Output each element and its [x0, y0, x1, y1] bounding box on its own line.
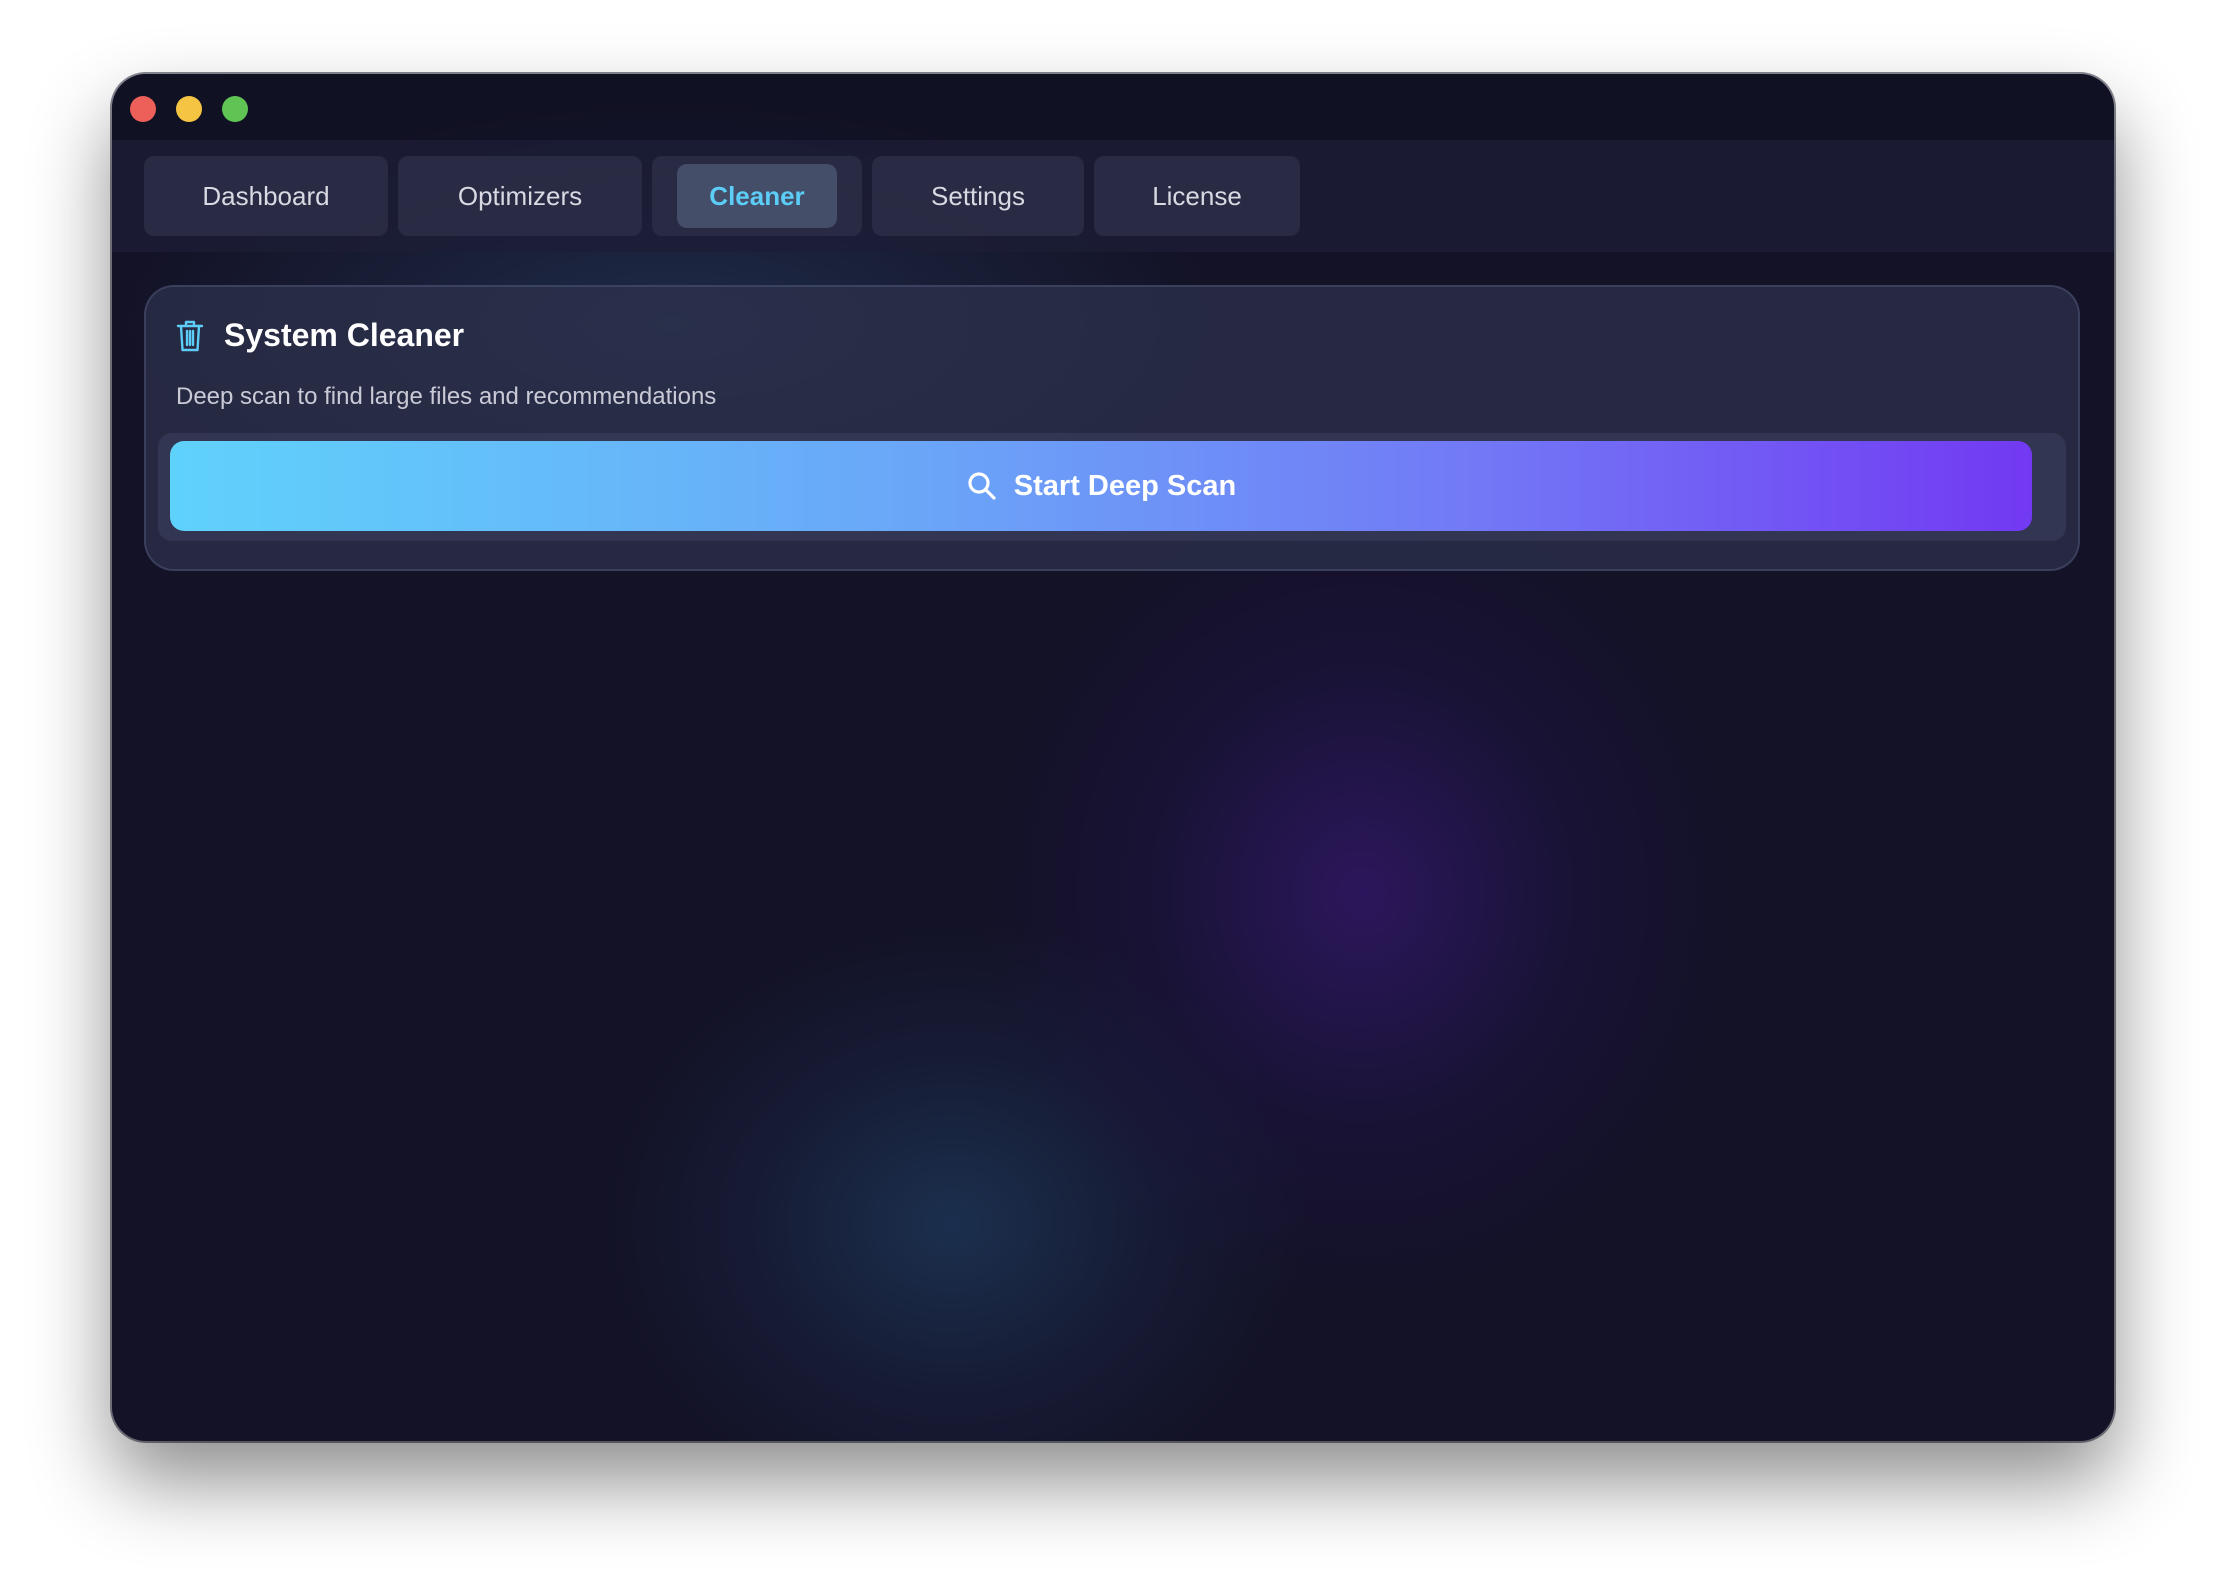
card-title: System Cleaner	[224, 317, 465, 353]
tab-label: Optimizers	[457, 180, 583, 211]
app-window: Dashboard Optimizers Cleaner Settings Li…	[112, 74, 2114, 1441]
tab-label: Settings	[931, 180, 1025, 211]
minimize-window-button[interactable]	[176, 96, 202, 122]
tab-label: Dashboard	[202, 180, 330, 211]
tab-label: License	[1152, 180, 1242, 211]
system-cleaner-card: System Cleaner Deep scan to find large f…	[144, 285, 2080, 571]
tab-dashboard[interactable]: Dashboard	[144, 156, 388, 236]
trash-icon	[176, 319, 204, 353]
scan-button-label: Start Deep Scan	[1013, 469, 1237, 502]
tab-settings[interactable]: Settings	[872, 156, 1084, 236]
start-deep-scan-button[interactable]: Start Deep Scan	[170, 441, 2032, 531]
search-icon	[966, 470, 998, 502]
card-header: System Cleaner	[176, 317, 464, 354]
close-window-button[interactable]	[130, 96, 156, 122]
tab-license[interactable]: License	[1094, 156, 1300, 236]
scan-button-container: Start Deep Scan	[158, 433, 2066, 541]
card-subtitle: Deep scan to find large files and recomm…	[176, 383, 717, 410]
tab-label: Cleaner	[677, 164, 837, 228]
tab-bar: Dashboard Optimizers Cleaner Settings Li…	[112, 140, 2114, 252]
tab-optimizers[interactable]: Optimizers	[398, 156, 642, 236]
maximize-window-button[interactable]	[222, 96, 248, 122]
title-bar	[112, 74, 2114, 140]
tab-cleaner[interactable]: Cleaner	[652, 156, 862, 236]
